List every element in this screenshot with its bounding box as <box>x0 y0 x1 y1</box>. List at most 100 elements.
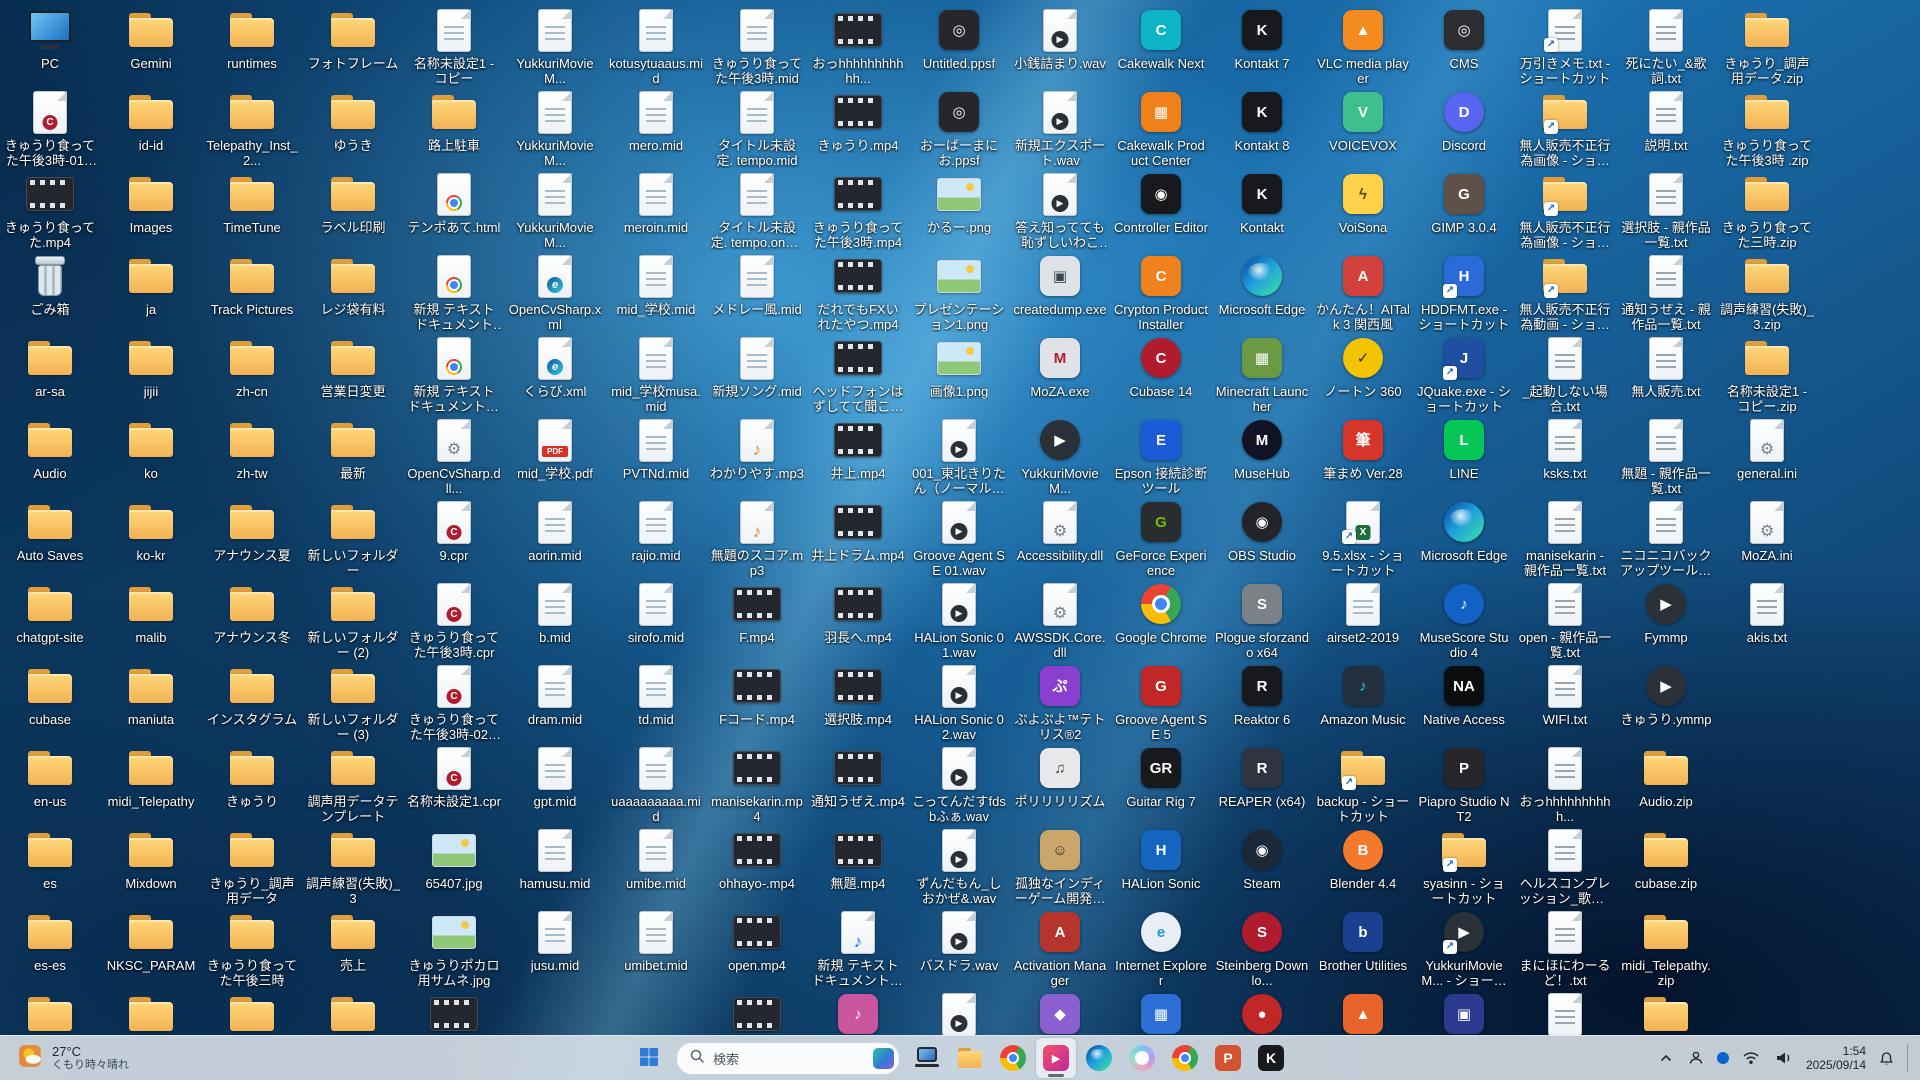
desktop-icon[interactable]: 無題のスコア.mp3 <box>709 498 805 578</box>
desktop-icon[interactable]: 調声練習(失敗)_3.zip <box>1719 252 1815 332</box>
desktop-icon[interactable]: jusu.mid <box>507 908 603 988</box>
desktop-icon[interactable]: ohhayo-.mp4 <box>709 826 805 906</box>
taskbar-app-chrome-2[interactable] <box>1165 1038 1205 1078</box>
desktop-icon[interactable]: 羽長へ.mp4 <box>810 580 906 660</box>
desktop-icon[interactable]: 調声用データテンプレート <box>305 744 401 824</box>
desktop-icon[interactable]: manisekarin - 親作品一覧.txt <box>1517 498 1613 578</box>
desktop-icon[interactable]: レジ袋有料 <box>305 252 401 332</box>
desktop-icon[interactable]: きゅうり食ってた午後3時.mid <box>709 6 805 86</box>
desktop-icon[interactable]: L LINE <box>1416 416 1512 496</box>
desktop-icon[interactable]: 筆 筆まめ Ver.28 <box>1315 416 1411 496</box>
desktop-icon[interactable]: YukkuriMovieM... <box>507 170 603 250</box>
desktop-icon[interactable]: 名称未設定1 - コピー.zip <box>1719 334 1815 414</box>
desktop-icon[interactable]: J ↗ JQuake.exe - ショートカット <box>1416 334 1512 414</box>
taskbar-app-media-player[interactable] <box>1036 1038 1076 1078</box>
desktop-icon[interactable]: general.ini <box>1719 416 1815 496</box>
desktop-icon[interactable]: ↗ 無人販売不正行為画像 - ショートカッ... <box>1517 88 1613 168</box>
desktop-icon[interactable]: 通知うぜえ - 親作品一覧.txt <box>1618 252 1714 332</box>
taskbar-app-kontakt[interactable]: K <box>1251 1038 1291 1078</box>
desktop-icon[interactable]: es <box>2 826 98 906</box>
desktop-icon[interactable]: ☺ 孤独なインディーゲーム開発者の一生... <box>1012 826 1108 906</box>
desktop-icon[interactable]: b.mid <box>507 580 603 660</box>
desktop-icon[interactable]: Accessibility.dll <box>1012 498 1108 578</box>
desktop-icon[interactable]: HALion Sonic 02.wav <box>911 662 1007 742</box>
desktop-icon[interactable]: E Epson 接続診断ツール <box>1113 416 1209 496</box>
desktop-icon[interactable]: Microsoft Edge <box>1416 498 1512 578</box>
taskbar-app-copilot[interactable] <box>1122 1038 1162 1078</box>
desktop-icon[interactable]: ずんだもん_しおかぜ&.wav <box>911 826 1007 906</box>
desktop-icon[interactable]: Google Chrome <box>1113 580 1209 660</box>
desktop-icon[interactable]: 001_東北きりたん（ノーマル）_今しゃ... <box>911 416 1007 496</box>
desktop-icon[interactable]: 新しいフォルダー (3) <box>305 662 401 742</box>
desktop-icon[interactable]: hamusu.mid <box>507 826 603 906</box>
desktop-icon[interactable]: td.mid <box>608 662 704 742</box>
desktop-icon[interactable]: ↗ 万引きメモ.txt - ショートカット <box>1517 6 1613 86</box>
desktop-icon[interactable]: Images <box>103 170 199 250</box>
desktop-icon[interactable]: ↗ 9.5.xlsx - ショートカット <box>1315 498 1411 578</box>
desktop-icon[interactable]: V VOICEVOX <box>1315 88 1411 168</box>
desktop-icon[interactable]: malib <box>103 580 199 660</box>
desktop-icon[interactable]: アナウンス冬 <box>204 580 300 660</box>
desktop-icon[interactable]: manisekarin.mp4 <box>709 744 805 824</box>
desktop-icon[interactable]: まにほにわーるど！.txt <box>1517 908 1613 988</box>
desktop-icon[interactable]: ↗ 無人販売不正行為画像 - ショートカット <box>1517 170 1613 250</box>
desktop-icon[interactable]: Track Pictures <box>204 252 300 332</box>
notification-bell-icon[interactable] <box>1877 1049 1896 1068</box>
desktop-icon[interactable]: YukkuriMovieM... <box>507 6 603 86</box>
desktop-icon[interactable]: F.mp4 <box>709 580 805 660</box>
desktop-icon[interactable]: midi_Telepathy <box>103 744 199 824</box>
desktop-icon[interactable]: おっhhhhhhhhhhh... <box>810 6 906 86</box>
desktop-icon[interactable]: C Cubase 14 <box>1113 334 1209 414</box>
desktop-icon[interactable]: mid_学校.mid <box>608 252 704 332</box>
desktop-icon[interactable]: airset2-2019 <box>1315 580 1411 660</box>
desktop-icon[interactable]: YukkuriMovieM... <box>507 88 603 168</box>
desktop-icon[interactable]: G GeForce Experience <box>1113 498 1209 578</box>
desktop-icon[interactable]: 調声練習(失敗)_3 <box>305 826 401 906</box>
desktop-icon[interactable]: アナウンス夏 <box>204 498 300 578</box>
desktop-icon[interactable]: Fコード.mp4 <box>709 662 805 742</box>
desktop-icon[interactable]: mid_学校.pdf <box>507 416 603 496</box>
desktop-icon[interactable]: sirofo.mid <box>608 580 704 660</box>
desktop-icon[interactable]: ゆうき <box>305 88 401 168</box>
desktop-icon[interactable]: midi_Telepathy.zip <box>1618 908 1714 988</box>
desktop-icon[interactable]: ◉ OBS Studio <box>1214 498 1310 578</box>
desktop-icon[interactable]: ksks.txt <box>1517 416 1613 496</box>
desktop-icon[interactable]: open - 親作品一覧.txt <box>1517 580 1613 660</box>
desktop-icon[interactable]: ♫ ポリリリリズム <box>1012 744 1108 824</box>
desktop-icon[interactable]: cubase <box>2 662 98 742</box>
hidden-icons-chevron[interactable] <box>1657 1049 1675 1067</box>
desktop-icon[interactable]: 新規 テキスト ドキュメント.musicxml <box>810 908 906 988</box>
desktop-icon[interactable]: mero.mid <box>608 88 704 168</box>
desktop-icon[interactable]: きゅうり.mp4 <box>810 88 906 168</box>
desktop-icon[interactable]: ラベル印刷 <box>305 170 401 250</box>
desktop-icon[interactable]: ↗ 無人販売不正行為動画 - ショートカット <box>1517 252 1613 332</box>
desktop-icon[interactable]: akis.txt <box>1719 580 1815 660</box>
desktop-icon[interactable]: きゅうり食ってた.mp4 <box>2 170 98 250</box>
desktop-icon[interactable]: cubase.zip <box>1618 826 1714 906</box>
desktop-icon[interactable]: 新規ソング.mid <box>709 334 805 414</box>
desktop-icon[interactable]: 答え知ってても恥ずしいわこれ.wav <box>1012 170 1108 250</box>
desktop-icon[interactable]: uaaaaaaaaa.mid <box>608 744 704 824</box>
desktop-icon[interactable]: ↗ backup - ショートカット <box>1315 744 1411 824</box>
desktop-icon[interactable]: 井上.mp4 <box>810 416 906 496</box>
desktop-icon[interactable]: 9.cpr <box>406 498 502 578</box>
start-button[interactable] <box>629 1038 669 1078</box>
search-box[interactable]: 検索 <box>676 1041 900 1075</box>
desktop-icon[interactable]: ar-sa <box>2 334 98 414</box>
desktop-icon[interactable]: ✓ ノートン 360 <box>1315 334 1411 414</box>
desktop-icon[interactable]: 名称未設定1.cpr <box>406 744 502 824</box>
desktop-icon[interactable]: 最新 <box>305 416 401 496</box>
desktop-icon[interactable]: S Plogue sforzando x64 <box>1214 580 1310 660</box>
desktop-icon[interactable]: _起動しない場合.txt <box>1517 334 1613 414</box>
desktop-icon[interactable]: きゅうり食ってた午後3時.mp4 <box>810 170 906 250</box>
desktop-icon[interactable]: jijii <box>103 334 199 414</box>
desktop-icon[interactable]: きゅうり <box>204 744 300 824</box>
desktop-icon[interactable]: ko-kr <box>103 498 199 578</box>
desktop-icon[interactable]: ごみ箱 <box>2 252 98 332</box>
desktop-icon[interactable]: きゅうり_調声用データ <box>204 826 300 906</box>
desktop-icon[interactable]: umibet.mid <box>608 908 704 988</box>
desktop-icon[interactable]: ぷ ぷよぷよ™テトリス®2 <box>1012 662 1108 742</box>
desktop-icon[interactable]: ニコニコバックアップツール.txt <box>1618 498 1714 578</box>
desktop-icon[interactable]: 新しいフォルダー <box>305 498 401 578</box>
taskbar-app-file-explorer[interactable] <box>950 1038 990 1078</box>
